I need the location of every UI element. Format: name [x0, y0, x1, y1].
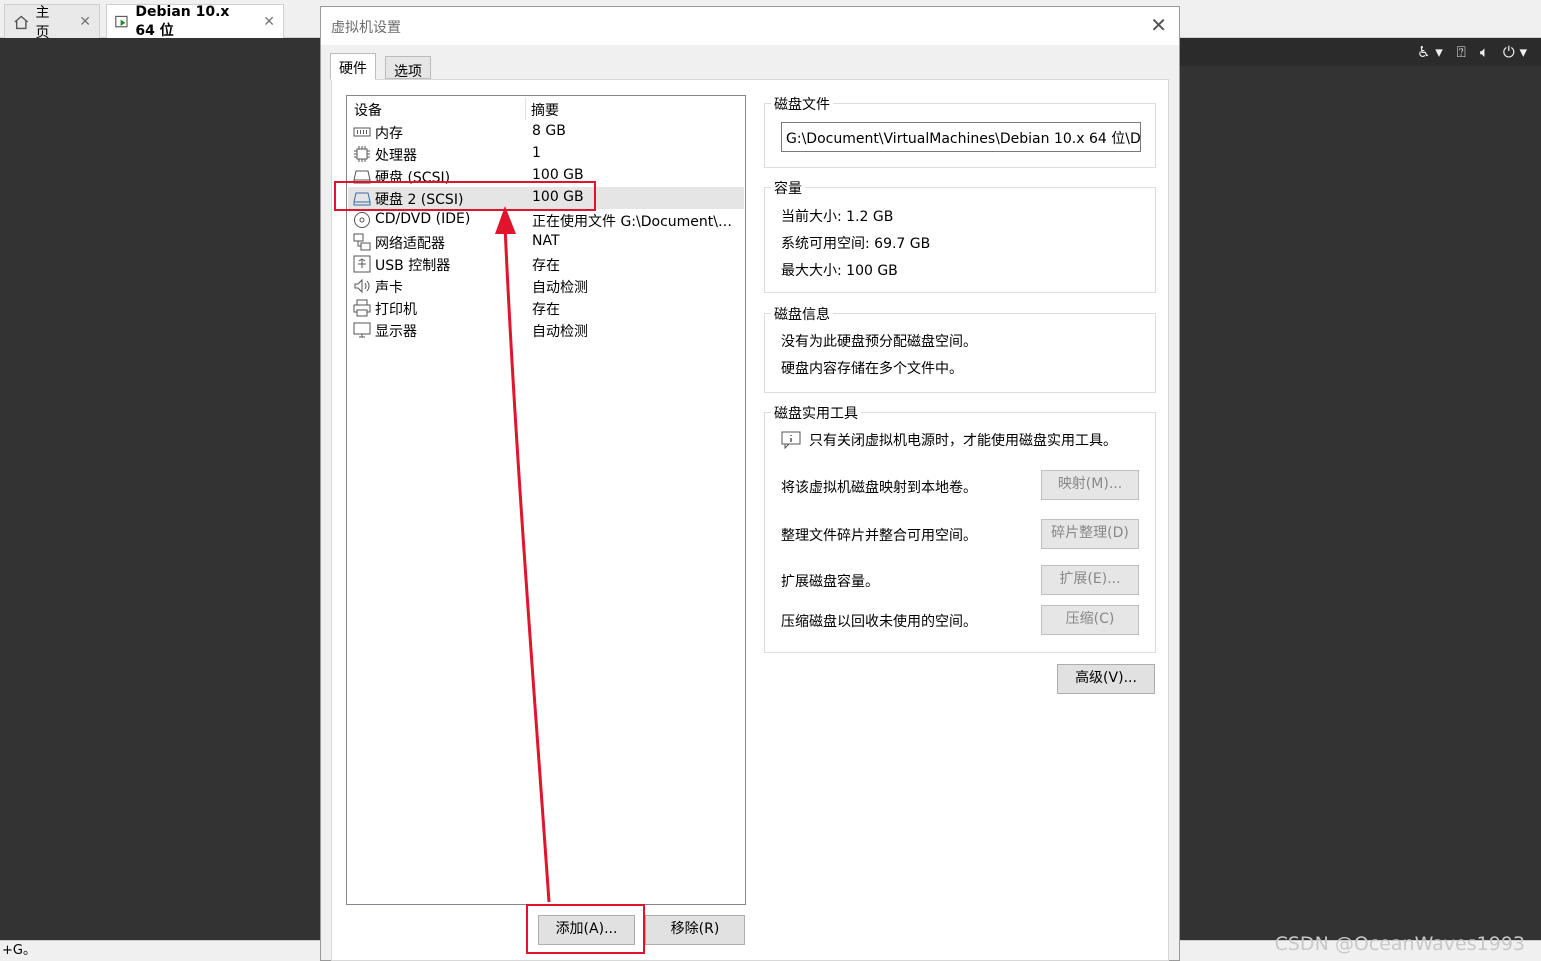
tab-hardware[interactable]: 硬件 [330, 53, 376, 80]
annotation-arrow [495, 206, 551, 903]
watermark: CSDN @OceanWaves1993 [1274, 933, 1525, 955]
